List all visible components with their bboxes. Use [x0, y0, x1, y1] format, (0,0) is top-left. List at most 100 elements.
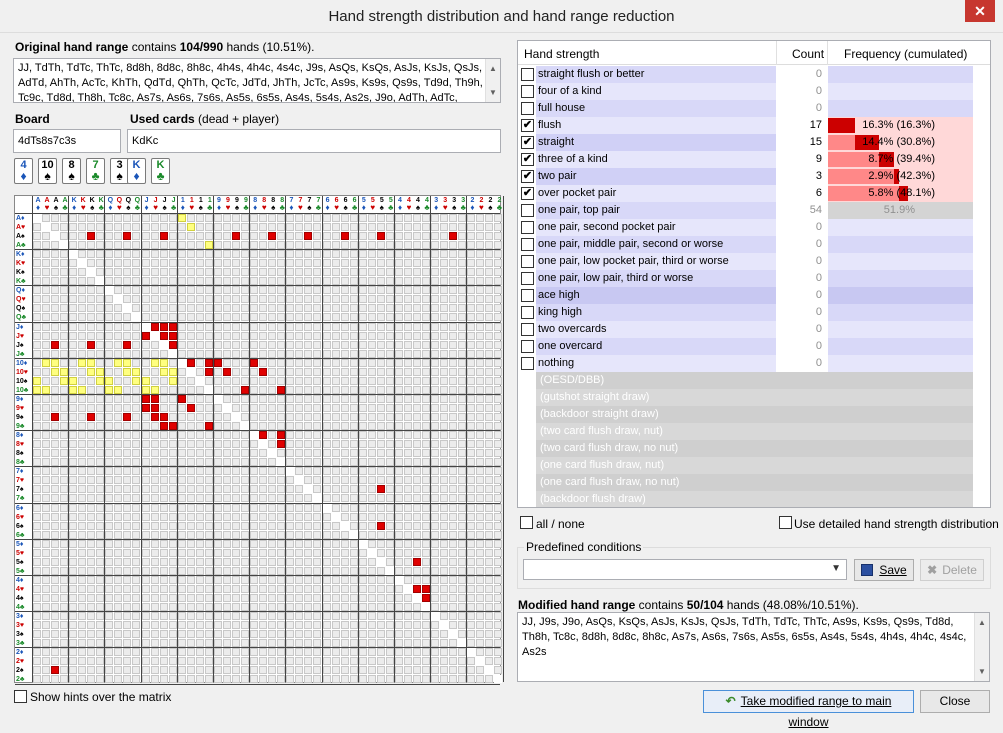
matrix-cell[interactable] — [458, 313, 467, 322]
matrix-cell[interactable] — [105, 585, 114, 593]
matrix-cell[interactable] — [340, 603, 349, 611]
matrix-cell[interactable] — [159, 458, 168, 467]
matrix-cell[interactable] — [458, 521, 467, 530]
matrix-cell[interactable] — [295, 250, 304, 259]
matrix-cell[interactable] — [168, 503, 177, 512]
matrix-cell[interactable] — [395, 612, 403, 621]
matrix-cell[interactable] — [123, 612, 132, 621]
matrix-cell[interactable] — [349, 557, 358, 566]
matrix-cell[interactable] — [204, 657, 213, 666]
matrix-cell[interactable] — [214, 313, 222, 322]
matrix-cell[interactable] — [114, 277, 123, 286]
matrix-cell[interactable] — [250, 576, 259, 584]
matrix-cell[interactable] — [322, 666, 331, 675]
matrix-cell[interactable] — [485, 494, 494, 503]
matrix-cell[interactable] — [159, 521, 168, 530]
matrix-cell[interactable] — [105, 621, 114, 630]
matrix-cell[interactable] — [458, 639, 467, 648]
matrix-cell[interactable] — [413, 232, 421, 240]
matrix-cell[interactable] — [358, 431, 367, 440]
matrix-cell[interactable] — [349, 594, 358, 602]
matrix-cell[interactable] — [340, 657, 349, 666]
matrix-cell[interactable] — [476, 268, 485, 277]
matrix-cell[interactable] — [214, 422, 222, 430]
matrix-cell[interactable] — [286, 648, 295, 657]
matrix-cell[interactable] — [177, 594, 186, 602]
matrix-cell[interactable] — [404, 214, 412, 222]
matrix-cell[interactable] — [440, 603, 449, 611]
matrix-cell[interactable] — [395, 304, 403, 313]
row-checkbox[interactable] — [521, 323, 534, 336]
matrix-cell[interactable] — [476, 476, 485, 485]
matrix-cell[interactable] — [204, 512, 213, 521]
matrix-cell[interactable] — [385, 585, 394, 593]
matrix-cell[interactable] — [331, 666, 340, 675]
matrix-cell[interactable] — [241, 440, 249, 449]
matrix-cell[interactable] — [241, 539, 249, 548]
matrix-cell[interactable] — [295, 358, 304, 367]
matrix-cell[interactable] — [241, 566, 249, 575]
matrix-cell[interactable] — [51, 612, 59, 621]
matrix-cell[interactable] — [159, 223, 168, 231]
matrix-cell[interactable] — [60, 467, 68, 476]
matrix-cell[interactable] — [214, 476, 222, 485]
matrix-cell[interactable] — [69, 530, 78, 539]
matrix-cell[interactable] — [458, 621, 467, 630]
matrix-cell[interactable] — [60, 349, 68, 358]
matrix-cell[interactable] — [286, 548, 295, 557]
matrix-cell[interactable] — [485, 367, 494, 376]
matrix-cell[interactable] — [494, 458, 503, 467]
matrix-cell[interactable] — [422, 250, 430, 259]
matrix-cell[interactable] — [458, 557, 467, 566]
matrix-cell[interactable] — [286, 223, 295, 231]
matrix-cell[interactable] — [494, 594, 503, 602]
matrix-cell[interactable] — [96, 476, 105, 485]
matrix-cell[interactable] — [114, 367, 123, 376]
matrix-cell[interactable] — [295, 548, 304, 557]
matrix-cell[interactable] — [87, 639, 96, 648]
matrix-cell[interactable] — [304, 376, 313, 385]
matrix-cell[interactable] — [177, 566, 186, 575]
matrix-cell[interactable] — [340, 241, 349, 249]
matrix-cell[interactable] — [331, 594, 340, 602]
matrix-cell[interactable] — [186, 331, 195, 340]
matrix-cell[interactable] — [214, 259, 222, 268]
matrix-cell[interactable] — [286, 521, 295, 530]
matrix-cell[interactable] — [404, 395, 412, 403]
matrix-cell[interactable] — [96, 259, 105, 268]
matrix-cell[interactable] — [214, 585, 222, 593]
matrix-cell[interactable] — [431, 223, 440, 231]
matrix-cell[interactable] — [494, 621, 503, 630]
matrix-cell[interactable] — [69, 322, 78, 331]
matrix-cell[interactable] — [250, 467, 259, 476]
matrix-cell[interactable] — [413, 349, 421, 358]
matrix-cell[interactable] — [268, 259, 277, 268]
matrix-cell[interactable] — [132, 594, 141, 602]
matrix-cell[interactable] — [232, 358, 240, 367]
matrix-cell[interactable] — [214, 268, 222, 277]
matrix-cell[interactable] — [395, 557, 403, 566]
matrix-cell[interactable] — [404, 476, 412, 485]
matrix-cell[interactable] — [494, 467, 503, 476]
matrix-cell[interactable] — [241, 241, 249, 249]
matrix-cell[interactable] — [295, 657, 304, 666]
table-row[interactable]: ace high 0 — [518, 287, 990, 304]
table-row[interactable]: four of a kind 0 — [518, 83, 990, 100]
matrix-cell[interactable] — [114, 349, 123, 358]
matrix-cell[interactable] — [286, 485, 295, 494]
matrix-cell[interactable] — [87, 413, 96, 421]
row-checkbox[interactable] — [521, 255, 534, 268]
matrix-cell[interactable] — [449, 277, 458, 286]
matrix-cell[interactable] — [42, 512, 50, 521]
matrix-cell[interactable] — [340, 214, 349, 222]
matrix-cell[interactable] — [376, 322, 385, 331]
matrix-cell[interactable] — [51, 295, 59, 304]
matrix-cell[interactable] — [159, 340, 168, 349]
matrix-cell[interactable] — [277, 422, 286, 430]
matrix-cell[interactable] — [440, 512, 449, 521]
matrix-cell[interactable] — [123, 494, 132, 503]
matrix-cell[interactable] — [195, 494, 204, 503]
matrix-cell[interactable] — [413, 639, 421, 648]
matrix-cell[interactable] — [395, 295, 403, 304]
matrix-cell[interactable] — [232, 621, 240, 630]
